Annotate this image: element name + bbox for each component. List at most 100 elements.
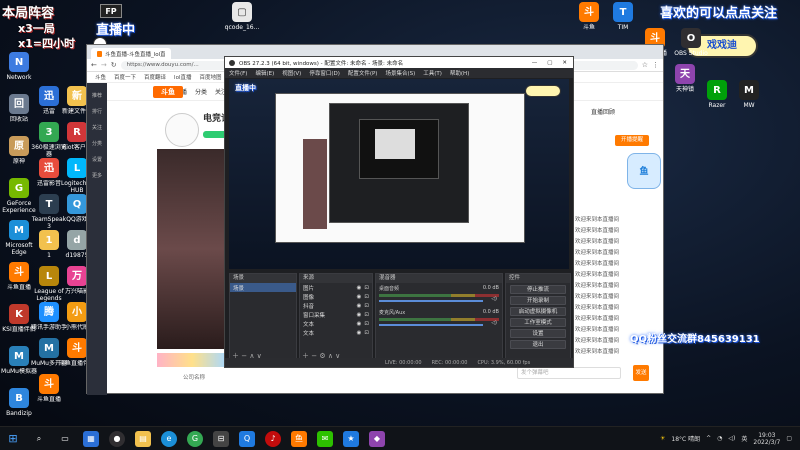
site-sidebar-item[interactable]: 推荐 <box>87 92 107 99</box>
obs-menu-item[interactable]: 工具(T) <box>423 69 442 77</box>
visibility-eye-icon[interactable]: ◉ <box>357 321 362 327</box>
visibility-eye-icon[interactable]: ◉ <box>357 285 362 291</box>
lock-icon[interactable]: ⊡ <box>364 330 372 336</box>
desktop-icon[interactable]: T TIM <box>604 2 642 31</box>
minimize-icon[interactable]: — <box>532 60 538 66</box>
weather-text[interactable]: 18°C 晴朗 <box>671 434 700 443</box>
visibility-eye-icon[interactable]: ◉ <box>357 303 362 309</box>
teamspeak-icon: T <box>39 194 59 214</box>
game-taskbar-icon[interactable]: ◆ <box>369 430 385 447</box>
site-nav-item[interactable]: 分类 <box>195 87 207 96</box>
desktop-qcode-file[interactable]: ▢ qcode_16... <box>222 2 262 31</box>
browser-tab[interactable]: 斗鱼直播-斗鱼直播_lol直播间 <box>91 48 171 59</box>
obs-control-button[interactable]: 开始录制 <box>510 296 566 305</box>
site-sidebar-item[interactable]: 更多 <box>87 172 107 179</box>
follow-reminder-button[interactable]: 开播提醒 <box>615 135 649 146</box>
obs-menu-item[interactable]: 编辑(E) <box>255 69 274 77</box>
obs-control-button[interactable]: 工作室模式 <box>510 318 566 327</box>
visibility-eye-icon[interactable]: ◉ <box>357 294 362 300</box>
obs-control-button[interactable]: 设置 <box>510 329 566 338</box>
source-item[interactable]: 窗口采集 ◉ ⊡ <box>300 310 372 319</box>
folder-icon: 1 <box>39 230 59 250</box>
desktop-icon[interactable]: M MW <box>730 80 768 109</box>
menu-icon[interactable]: ⋮ <box>652 61 659 69</box>
obs-control-button[interactable]: 停止推流 <box>510 285 566 294</box>
speaker-icon[interactable]: ◁) <box>491 296 497 302</box>
search-icon[interactable]: ⌕ <box>31 431 47 447</box>
clock[interactable]: 19:03 2022/3/7 <box>753 432 780 446</box>
site-sidebar-item[interactable]: 分类 <box>87 140 107 147</box>
volume-slider[interactable]: ◁) <box>379 296 497 302</box>
site-logo[interactable]: 斗鱼 <box>153 86 183 98</box>
source-item[interactable]: 文本 ◉ ⊡ <box>300 328 372 337</box>
input-language[interactable]: 英 <box>741 434 747 443</box>
desktop-icon[interactable]: 斗斗鱼直播 <box>30 374 68 403</box>
bookmark-item[interactable]: 百度翻译 <box>144 73 166 81</box>
desktop-icon[interactable]: N Network <box>0 52 38 81</box>
bookmark-item[interactable]: lol直播 <box>174 73 191 81</box>
chat-message: 欢迎来到本直播间 <box>575 338 620 344</box>
bookmark-item[interactable]: 百度地图 <box>199 73 221 81</box>
bookmark-item[interactable]: 百度一下 <box>114 73 136 81</box>
obs-menu-item[interactable]: 配置文件(P) <box>348 69 378 77</box>
wechat-icon[interactable]: ✉ <box>317 430 333 447</box>
streamer-avatar[interactable] <box>165 113 199 147</box>
obs-menu-item[interactable]: 帮助(H) <box>450 69 469 77</box>
star-icon[interactable]: ☆ <box>642 61 648 69</box>
desktop-icon[interactable]: O OBS Studio <box>672 28 710 57</box>
notification-icon[interactable]: ▢ <box>786 435 792 442</box>
forward-icon[interactable]: → <box>101 61 107 69</box>
widgets-icon[interactable]: ▦ <box>83 430 99 447</box>
back-icon[interactable]: ← <box>91 61 97 69</box>
obs-menu-item[interactable]: 文件(F) <box>229 69 247 77</box>
site-sidebar-item[interactable]: 排行 <box>87 108 107 115</box>
source-item[interactable]: 文本 ◉ ⊡ <box>300 319 372 328</box>
maximize-icon[interactable]: ▢ <box>547 60 552 66</box>
visibility-eye-icon[interactable]: ◉ <box>357 312 362 318</box>
obs-menu-item[interactable]: 停靠窗口(D) <box>309 69 340 77</box>
start-icon[interactable]: ⊞ <box>5 431 21 447</box>
network-icon[interactable]: ◔ <box>717 435 722 442</box>
tim-taskbar-icon[interactable]: ★ <box>343 430 359 447</box>
tray-chevron-icon[interactable]: ^ <box>706 435 711 442</box>
lock-icon[interactable]: ⊡ <box>364 312 372 318</box>
desktop-icon[interactable]: 斗斗鱼 <box>570 2 608 31</box>
refresh-icon[interactable]: ↻ <box>111 61 117 69</box>
site-sidebar-item[interactable]: 设置 <box>87 156 107 163</box>
source-item[interactable]: 图像 ◉ ⊡ <box>300 292 372 301</box>
netease-music-icon[interactable]: ♪ <box>265 430 281 447</box>
obs-control-button[interactable]: 退出 <box>510 340 566 349</box>
bookmark-item[interactable]: 斗鱼 <box>95 73 106 81</box>
lock-icon[interactable]: ⊡ <box>364 321 372 327</box>
obs-preview[interactable]: 直播中 <box>229 79 569 269</box>
scene-item[interactable]: 场景 <box>230 283 296 292</box>
close-icon[interactable]: ✕ <box>562 60 567 66</box>
visibility-eye-icon[interactable]: ◉ <box>357 330 362 336</box>
store-icon[interactable]: ⊟ <box>213 430 229 447</box>
volume-slider[interactable]: ◁) <box>379 320 497 326</box>
speaker-icon[interactable]: ◁) <box>491 320 497 326</box>
site-sidebar-item[interactable]: 关注 <box>87 124 107 131</box>
obs-menu-item[interactable]: 场景集合(S) <box>385 69 415 77</box>
qq-taskbar-icon[interactable]: Q <box>239 430 255 447</box>
chat-message: 欢迎来到本直播间 <box>575 294 620 300</box>
chrome-taskbar-icon[interactable]: G <box>187 430 203 447</box>
edge-taskbar-icon[interactable]: e <box>161 430 177 447</box>
source-item[interactable]: 抖音 ◉ ⊡ <box>300 301 372 310</box>
stream-video[interactable] <box>157 149 227 349</box>
send-button[interactable]: 发送 <box>633 365 649 381</box>
lock-icon[interactable]: ⊡ <box>364 294 372 300</box>
lol-icon: L <box>39 266 59 286</box>
source-item[interactable]: 图片 ◉ ⊡ <box>300 283 372 292</box>
chat-input[interactable]: 发个弹幕吧 <box>517 367 621 379</box>
file-explorer-icon[interactable]: ▤ <box>135 430 151 447</box>
douyu-taskbar-icon[interactable]: 鱼 <box>291 430 307 447</box>
volume-icon[interactable]: ◁) <box>728 435 735 442</box>
obs-taskbar-icon[interactable]: ● <box>109 430 125 447</box>
obs-window: OBS 27.2.3 (64 bit, windows) - 配置文件: 未命名… <box>224 56 574 368</box>
obs-menu-item[interactable]: 视图(V) <box>282 69 301 77</box>
lock-icon[interactable]: ⊡ <box>364 303 372 309</box>
lock-icon[interactable]: ⊡ <box>364 285 372 291</box>
task-view-icon[interactable]: ▭ <box>57 431 73 447</box>
obs-control-button[interactable]: 启动虚拟摄像机 <box>510 307 566 316</box>
